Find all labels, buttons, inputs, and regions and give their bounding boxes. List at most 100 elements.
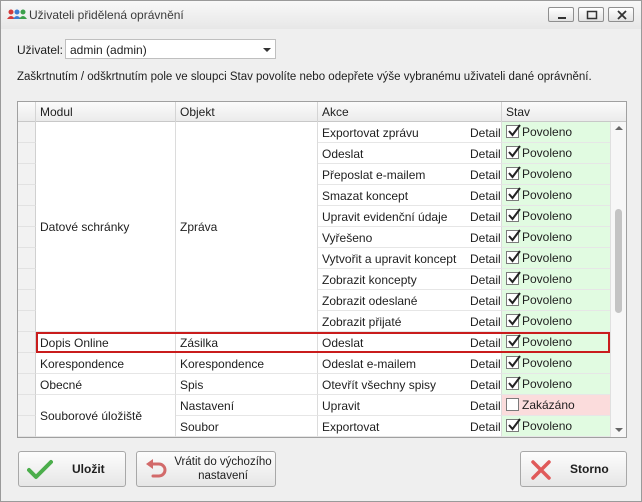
cell-stav[interactable]: Povoleno <box>502 269 610 290</box>
user-select[interactable]: admin (admin) <box>65 39 276 59</box>
permission-checkbox[interactable] <box>506 376 521 390</box>
permission-checkbox[interactable] <box>506 124 521 138</box>
row-indicator[interactable] <box>18 122 36 143</box>
stav-label: Povoleno <box>522 272 573 286</box>
permission-checkbox[interactable] <box>506 187 521 201</box>
vertical-scrollbar[interactable] <box>610 122 626 437</box>
row-indicator[interactable] <box>18 248 36 269</box>
detail-link[interactable]: Detail <box>470 374 502 395</box>
permission-checkbox[interactable] <box>506 355 521 369</box>
row-indicator[interactable] <box>18 206 36 227</box>
cell-objekt: Korespondence <box>176 353 318 374</box>
row-indicator[interactable] <box>18 311 36 332</box>
cell-stav[interactable]: Povoleno <box>502 206 610 227</box>
checkmark-icon <box>508 166 521 179</box>
scroll-thumb[interactable] <box>615 209 622 313</box>
cell-objekt: Soubor <box>176 416 318 437</box>
cell-stav[interactable]: Povoleno <box>502 227 610 248</box>
permission-checkbox[interactable] <box>506 418 521 432</box>
reset-defaults-button[interactable]: Vrátit do výchozího nastavení <box>136 451 276 487</box>
reset-label-line-1: Vrátit do výchozího <box>174 456 272 468</box>
detail-link[interactable]: Detail <box>470 269 502 290</box>
row-indicator[interactable] <box>18 395 36 416</box>
scroll-down-icon[interactable] <box>615 428 623 432</box>
cell-stav[interactable]: Povoleno <box>502 353 610 374</box>
cell-stav[interactable]: Povoleno <box>502 248 610 269</box>
save-button[interactable]: Uložit <box>18 451 126 487</box>
permission-checkbox[interactable] <box>506 250 521 264</box>
cell-objekt: Zásilka <box>176 332 318 353</box>
reset-label: Vrátit do výchozího nastavení <box>173 455 273 483</box>
minimize-button[interactable] <box>548 7 574 22</box>
detail-link[interactable]: Detail <box>470 416 502 437</box>
detail-link[interactable]: Detail <box>470 122 502 143</box>
cell-modul: Dopis Online <box>36 332 176 353</box>
detail-link[interactable]: Detail <box>470 248 502 269</box>
row-indicator[interactable] <box>18 290 36 311</box>
permission-checkbox[interactable] <box>506 398 519 411</box>
detail-link[interactable]: Detail <box>470 227 502 248</box>
minimize-icon <box>558 17 566 19</box>
column-header-akce[interactable]: Akce <box>318 102 502 122</box>
column-header-stav[interactable]: Stav <box>502 102 610 122</box>
detail-link[interactable]: Detail <box>470 332 502 353</box>
stav-label: Povoleno <box>522 146 573 160</box>
stav-label: Povoleno <box>522 419 573 433</box>
detail-link[interactable]: Detail <box>470 353 502 374</box>
detail-link[interactable]: Detail <box>470 395 502 416</box>
permission-checkbox[interactable] <box>506 271 521 285</box>
detail-link[interactable]: Detail <box>470 164 502 185</box>
row-indicator[interactable] <box>18 332 36 353</box>
cell-stav[interactable]: Povoleno <box>502 311 610 332</box>
maximize-button[interactable] <box>578 7 604 22</box>
stav-label: Povoleno <box>522 251 573 265</box>
header-indicator <box>18 102 36 122</box>
cell-stav[interactable]: Povoleno <box>502 185 610 206</box>
close-button[interactable] <box>608 7 634 22</box>
cell-stav[interactable]: Povoleno <box>502 143 610 164</box>
row-indicator[interactable] <box>18 185 36 206</box>
cell-objekt: Spis <box>176 374 318 395</box>
detail-link[interactable]: Detail <box>470 206 502 227</box>
merged-cell-modul-storage: Souborové úložiště <box>36 395 176 437</box>
scroll-up-icon[interactable] <box>615 126 623 130</box>
row-indicator[interactable] <box>18 269 36 290</box>
permission-checkbox[interactable] <box>506 208 521 222</box>
row-indicator[interactable] <box>18 164 36 185</box>
column-header-modul[interactable]: Modul <box>36 102 176 122</box>
cell-stav[interactable]: Povoleno <box>502 332 610 353</box>
row-indicator[interactable] <box>18 416 36 437</box>
cell-stav[interactable]: Povoleno <box>502 122 610 143</box>
permission-checkbox[interactable] <box>506 166 521 180</box>
cell-stav[interactable]: Povoleno <box>502 164 610 185</box>
detail-link[interactable]: Detail <box>470 143 502 164</box>
row-indicator[interactable] <box>18 374 36 395</box>
permission-checkbox[interactable] <box>506 145 521 159</box>
permission-checkbox[interactable] <box>506 313 521 327</box>
checkmark-icon <box>508 334 521 347</box>
stav-label: Povoleno <box>522 314 573 328</box>
cell-stav[interactable]: Povoleno <box>502 290 610 311</box>
checkmark-icon <box>27 460 53 479</box>
detail-link[interactable]: Detail <box>470 290 502 311</box>
cell-stav[interactable]: Povoleno <box>502 416 610 437</box>
row-indicator[interactable] <box>18 143 36 164</box>
column-header-objekt[interactable]: Objekt <box>176 102 318 122</box>
detail-link[interactable]: Detail <box>470 185 502 206</box>
cancel-button[interactable]: Storno <box>520 451 627 487</box>
stav-label: Zakázáno <box>522 398 575 412</box>
cell-stav[interactable]: Povoleno <box>502 374 610 395</box>
row-indicator[interactable] <box>18 227 36 248</box>
permissions-window: Uživateli přidělená oprávnění Uživatel: … <box>0 0 642 502</box>
cell-stav[interactable]: Zakázáno <box>502 395 610 416</box>
permission-checkbox[interactable] <box>506 334 521 348</box>
merged-cell-objekt: Zpráva <box>176 122 318 332</box>
stav-label: Povoleno <box>522 230 573 244</box>
detail-link[interactable]: Detail <box>470 311 502 332</box>
row-indicator[interactable] <box>18 353 36 374</box>
checkmark-icon <box>508 355 521 368</box>
permission-checkbox[interactable] <box>506 229 521 243</box>
stav-label: Povoleno <box>522 335 573 349</box>
cancel-label: Storno <box>570 462 609 476</box>
permission-checkbox[interactable] <box>506 292 521 306</box>
